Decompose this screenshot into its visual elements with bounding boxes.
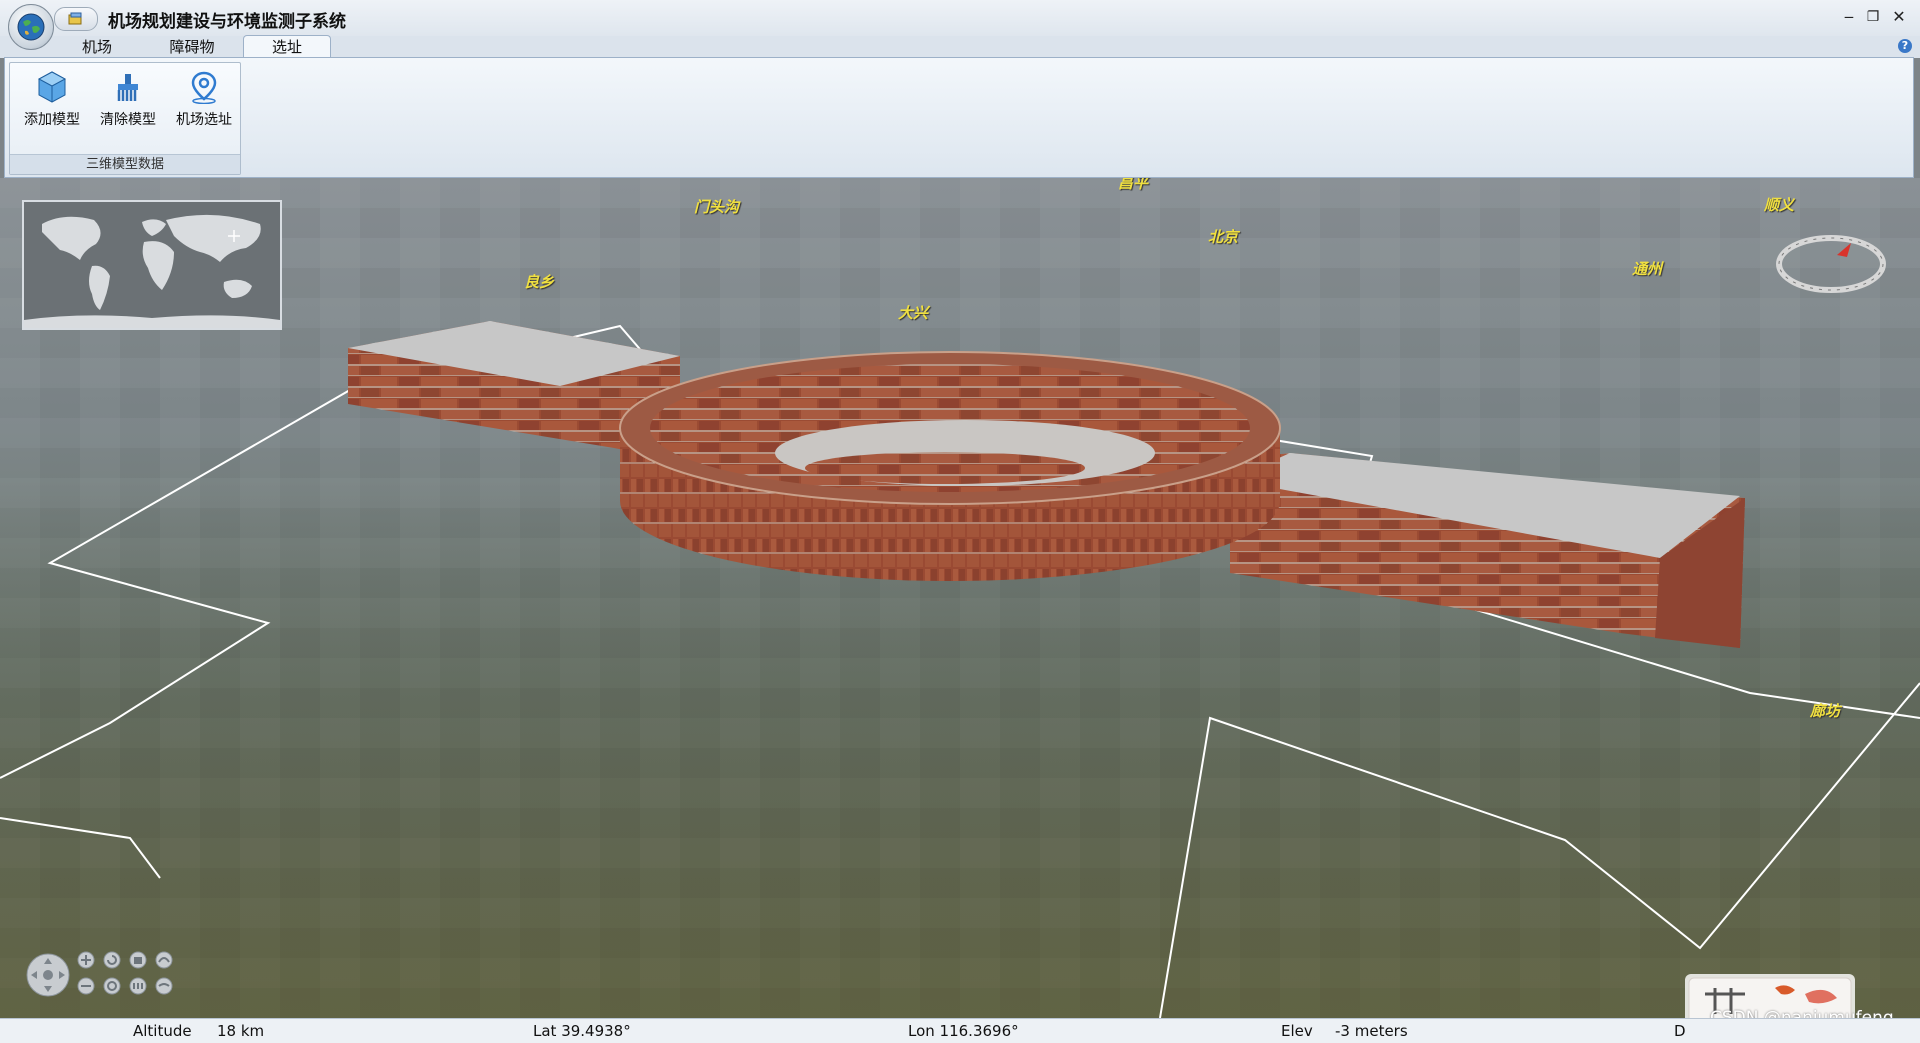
minimize-button[interactable]: ‒ — [1838, 6, 1860, 28]
elevation-label: Elev — [1281, 1022, 1313, 1040]
pan-control-icon[interactable] — [26, 953, 70, 997]
reset-view-icon[interactable] — [103, 977, 121, 995]
tilt-up-icon[interactable] — [129, 951, 147, 969]
place-label-daxing: 大兴 — [898, 304, 929, 322]
rotate-left-icon[interactable] — [103, 951, 121, 969]
rotate-right-icon[interactable] — [155, 977, 173, 995]
place-label-langfang: 廊坊 — [1810, 702, 1841, 720]
title-bar: 机场规划建设与环境监测子系统 ‒ ❐ ✕ — [0, 0, 1920, 37]
zoom-in-icon[interactable] — [77, 951, 95, 969]
app-menu-button[interactable] — [8, 4, 54, 50]
altitude-label: Altitude — [133, 1022, 192, 1040]
latitude-readout: Lat 39.4938° — [533, 1022, 631, 1040]
compass-icon — [1776, 235, 1886, 293]
overview-world-map[interactable] — [22, 200, 282, 330]
clear-model-button[interactable]: 清除模型 — [92, 69, 164, 139]
terrain-scene — [0, 178, 1920, 1018]
place-label-beijing: 北京 — [1208, 228, 1239, 246]
status-trailing-text: D — [1674, 1022, 1686, 1040]
world-map-icon — [24, 202, 280, 328]
globe-icon — [17, 13, 45, 41]
navigation-controls — [24, 948, 174, 998]
tab-airport[interactable]: 机场 — [72, 36, 122, 58]
status-bar: Altitude 18 km Lat 39.4938° Lon 116.3696… — [0, 1018, 1920, 1043]
place-label-liangxiang: 良乡 — [524, 273, 555, 291]
tab-site-selection[interactable]: 选址 — [243, 35, 331, 59]
compass-control[interactable] — [1775, 233, 1887, 295]
place-label-tongzhou: 通州 — [1632, 260, 1663, 278]
zoom-out-icon[interactable] — [77, 977, 95, 995]
ribbon-tab-bar: 机场 障碍物 选址 ? — [0, 35, 1920, 59]
elevation-value: -3 meters — [1335, 1022, 1408, 1040]
help-icon[interactable]: ? — [1898, 39, 1912, 53]
place-label-mentougou: 门头沟 — [694, 198, 740, 216]
quick-access-icon[interactable] — [68, 12, 84, 26]
ribbon-group-caption: 三维模型数据 — [10, 154, 240, 174]
add-model-label: 添加模型 — [24, 112, 80, 128]
cube-icon — [34, 69, 70, 105]
central-bowl-model — [619, 351, 1281, 581]
altitude-value: 18 km — [217, 1022, 265, 1040]
restore-button[interactable]: ❐ — [1862, 6, 1884, 28]
place-label-changping: 昌平 — [1118, 178, 1149, 192]
longitude-readout: Lon 116.3696° — [908, 1022, 1019, 1040]
add-model-button[interactable]: 添加模型 — [16, 69, 88, 139]
brush-icon — [110, 69, 146, 105]
quick-access-toolbar[interactable] — [54, 7, 98, 31]
ribbon-group-3d-model-data: 添加模型 清除模型 机场选址 三维模型数据 — [9, 62, 241, 175]
app-title: 机场规划建设与环境监测子系统 — [108, 12, 346, 32]
clear-model-label: 清除模型 — [100, 112, 156, 128]
ribbon-panel: 添加模型 清除模型 机场选址 三维模型数据 — [4, 57, 1914, 178]
tilt-down-icon[interactable] — [129, 977, 147, 995]
location-pin-icon — [186, 69, 222, 105]
place-label-shunyi: 顺义 — [1764, 196, 1795, 214]
fly-icon[interactable] — [155, 951, 173, 969]
tab-obstacles[interactable]: 障碍物 — [160, 36, 224, 58]
airport-site-selection-label: 机场选址 — [176, 112, 232, 128]
globe-3d-viewport[interactable]: 昌平 门头沟 北京 顺义 通州 房山 良乡 大兴 廊坊 — [0, 178, 1920, 1018]
close-button[interactable]: ✕ — [1888, 6, 1910, 28]
airport-site-selection-button[interactable]: 机场选址 — [168, 69, 240, 139]
